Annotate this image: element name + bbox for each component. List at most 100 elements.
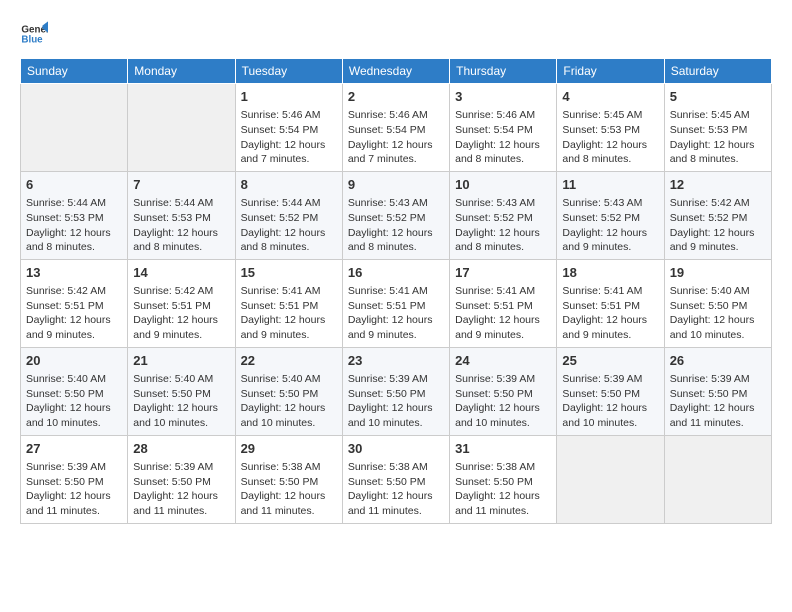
day-number: 24 <box>455 352 551 370</box>
calendar-cell: 15Sunrise: 5:41 AMSunset: 5:51 PMDayligh… <box>235 259 342 347</box>
day-number: 12 <box>670 176 766 194</box>
sunrise-text: Sunrise: 5:39 AM <box>348 372 444 387</box>
calendar-cell: 26Sunrise: 5:39 AMSunset: 5:50 PMDayligh… <box>664 347 771 435</box>
calendar-week-row: 27Sunrise: 5:39 AMSunset: 5:50 PMDayligh… <box>21 435 772 523</box>
calendar-cell: 19Sunrise: 5:40 AMSunset: 5:50 PMDayligh… <box>664 259 771 347</box>
calendar-cell: 14Sunrise: 5:42 AMSunset: 5:51 PMDayligh… <box>128 259 235 347</box>
calendar-cell <box>128 84 235 172</box>
sunset-text: Sunset: 5:52 PM <box>455 211 551 226</box>
daylight-text: Daylight: 12 hours and 7 minutes. <box>241 138 337 167</box>
sunrise-text: Sunrise: 5:41 AM <box>348 284 444 299</box>
sunrise-text: Sunrise: 5:39 AM <box>670 372 766 387</box>
day-number: 30 <box>348 440 444 458</box>
sunrise-text: Sunrise: 5:43 AM <box>562 196 658 211</box>
calendar-cell: 12 Sunrise: 5:42 AMSunset: 5:52 PMDayligh… <box>664 171 771 259</box>
calendar-cell: 28 Sunrise: 5:39 AMSunset: 5:50 PMDayligh… <box>128 435 235 523</box>
day-number: 14 <box>133 264 229 282</box>
daylight-text: Daylight: 12 hours and 10 minutes. <box>455 401 551 430</box>
calendar-cell: 4Sunrise: 5:45 AMSunset: 5:53 PMDaylight… <box>557 84 664 172</box>
sunset-text: Sunset: 5:52 PM <box>241 211 337 226</box>
sunset-text: Sunset: 5:50 PM <box>26 387 122 402</box>
sunrise-text: Sunrise: 5:45 AM <box>562 108 658 123</box>
daylight-text: Daylight: 12 hours and 9 minutes. <box>348 313 444 342</box>
daylight-text: Daylight: 12 hours and 10 minutes. <box>562 401 658 430</box>
sunset-text: Sunset: 5:54 PM <box>241 123 337 138</box>
daylight-text: Daylight: 12 hours and 11 minutes. <box>670 401 766 430</box>
day-number: 28 <box>133 440 229 458</box>
daylight-text: Daylight: 12 hours and 9 minutes. <box>562 226 658 255</box>
sunset-text: Sunset: 5:51 PM <box>562 299 658 314</box>
calendar-body: 1Sunrise: 5:46 AMSunset: 5:54 PMDaylight… <box>21 84 772 524</box>
calendar-cell: 3Sunrise: 5:46 AMSunset: 5:54 PMDaylight… <box>450 84 557 172</box>
daylight-text: Daylight: 12 hours and 11 minutes. <box>26 489 122 518</box>
page-header: General Blue <box>20 20 772 48</box>
calendar-cell <box>664 435 771 523</box>
calendar-cell: 29Sunrise: 5:38 AMSunset: 5:50 PMDayligh… <box>235 435 342 523</box>
daylight-text: Daylight: 12 hours and 8 minutes. <box>348 226 444 255</box>
day-number: 19 <box>670 264 766 282</box>
calendar-cell: 13Sunrise: 5:42 AMSunset: 5:51 PMDayligh… <box>21 259 128 347</box>
sunset-text: Sunset: 5:50 PM <box>241 475 337 490</box>
calendar-cell: 1Sunrise: 5:46 AMSunset: 5:54 PMDaylight… <box>235 84 342 172</box>
calendar-cell: 21Sunrise: 5:40 AMSunset: 5:50 PMDayligh… <box>128 347 235 435</box>
sunrise-text: Sunrise: 5:43 AM <box>455 196 551 211</box>
sunrise-text: Sunrise: 5:40 AM <box>670 284 766 299</box>
day-number: 15 <box>241 264 337 282</box>
calendar-cell: 8Sunrise: 5:44 AMSunset: 5:52 PMDaylight… <box>235 171 342 259</box>
sunset-text: Sunset: 5:53 PM <box>670 123 766 138</box>
daylight-text: Daylight: 12 hours and 8 minutes. <box>562 138 658 167</box>
daylight-text: Daylight: 12 hours and 8 minutes. <box>455 138 551 167</box>
day-number: 2 <box>348 88 444 106</box>
sunset-text: Sunset: 5:52 PM <box>348 211 444 226</box>
day-number: 6 <box>26 176 122 194</box>
calendar-cell: 5Sunrise: 5:45 AMSunset: 5:53 PMDaylight… <box>664 84 771 172</box>
sunrise-text: Sunrise: 5:42 AM <box>670 196 766 211</box>
column-header-sunday: Sunday <box>21 59 128 84</box>
sunset-text: Sunset: 5:50 PM <box>455 475 551 490</box>
sunset-text: Sunset: 5:50 PM <box>670 299 766 314</box>
daylight-text: Daylight: 12 hours and 9 minutes. <box>26 313 122 342</box>
daylight-text: Daylight: 12 hours and 9 minutes. <box>562 313 658 342</box>
sunrise-text: Sunrise: 5:39 AM <box>455 372 551 387</box>
calendar-cell: 7Sunrise: 5:44 AMSunset: 5:53 PMDaylight… <box>128 171 235 259</box>
sunset-text: Sunset: 5:54 PM <box>455 123 551 138</box>
sunset-text: Sunset: 5:51 PM <box>455 299 551 314</box>
sunset-text: Sunset: 5:50 PM <box>26 475 122 490</box>
sunset-text: Sunset: 5:52 PM <box>670 211 766 226</box>
calendar-cell: 10Sunrise: 5:43 AMSunset: 5:52 PMDayligh… <box>450 171 557 259</box>
daylight-text: Daylight: 12 hours and 11 minutes. <box>455 489 551 518</box>
daylight-text: Daylight: 12 hours and 9 minutes. <box>133 313 229 342</box>
sunset-text: Sunset: 5:50 PM <box>133 475 229 490</box>
sunrise-text: Sunrise: 5:46 AM <box>455 108 551 123</box>
column-header-tuesday: Tuesday <box>235 59 342 84</box>
calendar-cell <box>557 435 664 523</box>
day-number: 22 <box>241 352 337 370</box>
sunset-text: Sunset: 5:50 PM <box>348 387 444 402</box>
sunrise-text: Sunrise: 5:40 AM <box>26 372 122 387</box>
sunset-text: Sunset: 5:50 PM <box>670 387 766 402</box>
day-number: 29 <box>241 440 337 458</box>
daylight-text: Daylight: 12 hours and 11 minutes. <box>133 489 229 518</box>
day-number: 4 <box>562 88 658 106</box>
calendar-cell: 23Sunrise: 5:39 AMSunset: 5:50 PMDayligh… <box>342 347 449 435</box>
calendar-cell <box>21 84 128 172</box>
sunrise-text: Sunrise: 5:41 AM <box>241 284 337 299</box>
calendar-cell: 11Sunrise: 5:43 AMSunset: 5:52 PMDayligh… <box>557 171 664 259</box>
sunrise-text: Sunrise: 5:46 AM <box>348 108 444 123</box>
logo: General Blue <box>20 20 48 48</box>
calendar-cell: 24Sunrise: 5:39 AMSunset: 5:50 PMDayligh… <box>450 347 557 435</box>
sunrise-text: Sunrise: 5:44 AM <box>26 196 122 211</box>
daylight-text: Daylight: 12 hours and 9 minutes. <box>670 226 766 255</box>
day-number: 10 <box>455 176 551 194</box>
sunset-text: Sunset: 5:51 PM <box>241 299 337 314</box>
sunrise-text: Sunrise: 5:39 AM <box>133 460 229 475</box>
daylight-text: Daylight: 12 hours and 11 minutes. <box>241 489 337 518</box>
day-number: 21 <box>133 352 229 370</box>
calendar-cell: 6Sunrise: 5:44 AMSunset: 5:53 PMDaylight… <box>21 171 128 259</box>
column-header-wednesday: Wednesday <box>342 59 449 84</box>
daylight-text: Daylight: 12 hours and 7 minutes. <box>348 138 444 167</box>
daylight-text: Daylight: 12 hours and 10 minutes. <box>241 401 337 430</box>
daylight-text: Daylight: 12 hours and 11 minutes. <box>348 489 444 518</box>
sunset-text: Sunset: 5:51 PM <box>348 299 444 314</box>
calendar-cell: 9Sunrise: 5:43 AMSunset: 5:52 PMDaylight… <box>342 171 449 259</box>
